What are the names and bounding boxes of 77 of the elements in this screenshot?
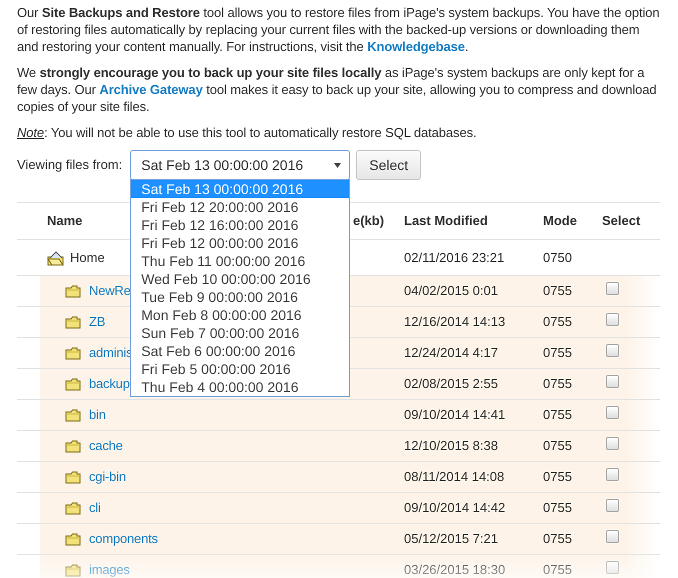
mode-value: 0755	[543, 407, 572, 422]
modified-date: 02/11/2016 23:21	[404, 250, 504, 265]
modified-date: 08/11/2014 14:08	[404, 469, 504, 484]
folder-icon	[65, 501, 81, 515]
folder-link[interactable]: ZB	[89, 312, 106, 332]
column-header: e(kb)	[353, 213, 384, 228]
modified-date: 12/16/2014 14:13	[404, 314, 506, 330]
folder-icon	[65, 315, 81, 329]
mode-value: 0755	[543, 376, 572, 392]
select-button[interactable]: Select	[356, 150, 422, 180]
folder-link[interactable]: cli	[89, 498, 101, 518]
dropdown-option[interactable]: Thu Feb 11 00:00:00 2016	[131, 252, 350, 270]
mode-value: 0750	[543, 250, 572, 265]
folder-name: Home	[70, 248, 105, 267]
mode-value: 0755	[543, 469, 572, 484]
column-header: Mode	[543, 213, 577, 228]
folder-link[interactable]: cache	[89, 436, 123, 456]
dropdown-option[interactable]: Sat Feb 6 00:00:00 2016	[131, 342, 350, 360]
text-link[interactable]: Knowledgebase	[367, 39, 465, 54]
folder-icon	[65, 377, 81, 391]
mode-value: 0755	[543, 345, 572, 360]
checkbox[interactable]	[606, 406, 619, 420]
checkbox[interactable]	[606, 437, 619, 450]
modified-date: 03/26/2015 18:30	[404, 562, 506, 578]
mode-value: 0755	[543, 562, 572, 578]
dropdown-option[interactable]: Fri Feb 12 16:00:00 2016	[131, 216, 350, 234]
picker-label: Viewing files from:	[17, 156, 122, 174]
paragraph-text: Our Site Backups and Restore tool allows you to restore files from iPage's system backups. You have the option of restoring files automatically by replacing your current files with the backed-up versions or downloading them and restoring your content manually. For instructions, visit the Knowledgebase.	[17, 4, 660, 55]
caret-icon	[334, 162, 342, 168]
folder-link[interactable]: bin	[89, 405, 106, 425]
folder-link[interactable]: backup	[89, 374, 130, 394]
modified-date: 04/02/2015 0:01	[404, 283, 498, 298]
mode-value: 0755	[543, 531, 572, 546]
checkbox[interactable]	[606, 468, 619, 482]
checkbox[interactable]	[606, 282, 619, 296]
checkbox[interactable]	[606, 530, 619, 544]
modified-date: 12/10/2015 8:38	[404, 438, 498, 454]
column-header: Select	[602, 213, 640, 228]
folder-icon	[65, 284, 81, 298]
folder-link[interactable]: NewRe	[89, 281, 131, 301]
dropdown-option[interactable]: Wed Feb 10 00:00:00 2016	[131, 270, 350, 288]
checkbox[interactable]	[606, 561, 619, 574]
folder-icon	[65, 346, 81, 360]
checkbox[interactable]	[606, 375, 619, 388]
folder-icon	[65, 470, 81, 484]
home-folder-icon	[47, 250, 64, 266]
folder-icon	[65, 532, 81, 546]
modified-date: 02/08/2015 2:55	[404, 376, 498, 392]
folder-link[interactable]: components	[89, 529, 158, 549]
mode-value: 0755	[543, 314, 572, 330]
dropdown-option[interactable]: Mon Feb 8 00:00:00 2016	[131, 306, 350, 324]
mode-value: 0755	[543, 438, 572, 454]
modified-date: 09/10/2014 14:41	[404, 407, 506, 422]
checkbox[interactable]	[606, 499, 619, 512]
folder-link[interactable]: cgi-bin	[89, 467, 126, 487]
modified-date: 09/10/2014 14:42	[404, 500, 506, 516]
mode-value: 0755	[543, 500, 572, 516]
mode-value: 0755	[543, 283, 572, 298]
dropdown-option[interactable]: Sun Feb 7 00:00:00 2016	[131, 324, 350, 342]
modified-date: 12/24/2014 4:17	[404, 345, 498, 360]
modified-date: 05/12/2015 7:21	[404, 531, 498, 546]
column-header: Last Modified	[404, 213, 488, 228]
folder-icon	[65, 563, 81, 577]
dropdown-option[interactable]: Thu Feb 4 00:00:00 2016	[131, 378, 350, 396]
checkbox[interactable]	[606, 344, 619, 358]
folder-icon	[65, 408, 81, 422]
checkbox[interactable]	[606, 313, 619, 326]
dropdown-option[interactable]: Tue Feb 9 00:00:00 2016	[131, 288, 350, 306]
folder-icon	[65, 439, 81, 453]
text-link[interactable]: Archive Gateway	[99, 82, 203, 97]
dropdown-option[interactable]: Fri Feb 5 00:00:00 2016	[131, 360, 350, 378]
date-dropdown[interactable]: Sat Feb 13 00:00:00 2016	[130, 150, 350, 180]
dropdown-option[interactable]: Fri Feb 12 20:00:00 2016	[131, 198, 350, 216]
paragraph-text: Note: You will not be able to use this tool to automatically restore SQL databases.	[17, 124, 478, 141]
dropdown-option[interactable]: Fri Feb 12 00:00:00 2016	[131, 234, 350, 252]
paragraph-text: We strongly encourage you to back up your site files locally as iPage's system backups are only kept for a few days. Our Archive Gateway tool makes it easy to back up your site, allowing you to compress and download copies of your site files.	[17, 64, 658, 115]
column-header: Name	[47, 212, 82, 230]
